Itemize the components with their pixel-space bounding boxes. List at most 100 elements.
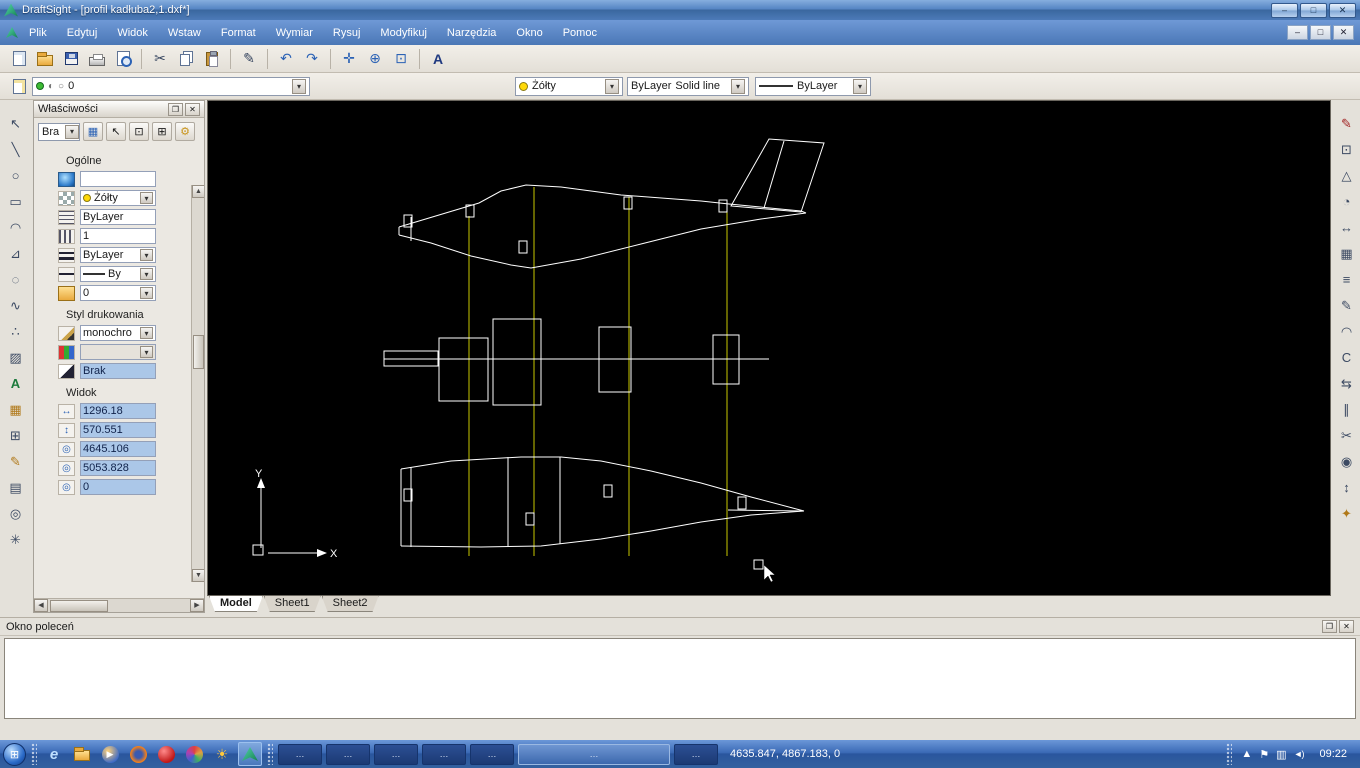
ellipse-tool-button[interactable]: ◌ [4,268,28,291]
select-tool-button[interactable]: ↖ [4,112,28,135]
target-button[interactable]: ◉ [1335,450,1359,473]
quick-select-button[interactable]: ⊡ [129,122,149,141]
menu-format[interactable]: Format [212,24,265,42]
hyperlink-field[interactable] [80,171,156,187]
select-matching-button[interactable]: ⊞ [152,122,172,141]
menu-plik[interactable]: Plik [20,24,56,42]
start-button[interactable]: ⊞ [3,742,26,766]
task-button-active[interactable]: … [518,743,670,765]
command-input-area[interactable] [4,638,1356,719]
chevron-down-icon[interactable]: ▾ [65,124,79,139]
center-mark-button[interactable]: C [1335,346,1359,369]
layer-dropdown[interactable]: ◐ ○ 0 ▾ [32,76,310,96]
scrollbar-thumb[interactable] [50,599,108,612]
edit-tool-button[interactable]: ✎ [1335,112,1359,135]
menu-pomoc[interactable]: Pomoc [554,24,606,42]
minimize-button[interactable]: – [1271,2,1298,18]
mdi-restore-button[interactable]: □ [1310,25,1331,40]
grid-view-button[interactable]: ▦ [83,122,103,141]
zoom-fit-button[interactable]: ⊡ [388,47,414,71]
properties-horizontal-scrollbar[interactable]: ◀ ▶ [34,598,204,612]
scroll-right-arrow-icon[interactable]: ▶ [190,599,204,612]
swap-button[interactable]: ⇆ [1335,372,1359,395]
menu-edytuj[interactable]: Edytuj [58,24,107,42]
spline-tool-button[interactable]: ∿ [4,294,28,317]
line-style-dropdown[interactable]: ByLayer Solid line ▾ [627,76,749,96]
pattern-tool-button[interactable]: ▤ [4,476,28,499]
stretch-button[interactable]: ↕ [1335,476,1359,499]
print-preview-button[interactable] [110,47,136,71]
line-weight-dropdown[interactable]: ByLayer ▾ [755,76,871,96]
undo-button[interactable]: ↶ [273,47,299,71]
trim-button[interactable]: ✂ [1335,424,1359,447]
linepattern-select[interactable]: By ▾ [80,266,156,282]
tab-sheet2[interactable]: Sheet2 [322,596,379,612]
tab-sheet1[interactable]: Sheet1 [264,596,321,612]
zoom-window-button[interactable]: ⊡ [1335,138,1359,161]
snap-tool-button[interactable]: ✳ [4,528,28,551]
task-button-4[interactable]: … [422,743,466,765]
chevron-down-icon[interactable]: ▾ [140,249,153,261]
arc-edit-button[interactable]: ◠ [1335,320,1359,343]
printvalue-field[interactable]: Brak [80,363,156,379]
chevron-down-icon[interactable]: ▾ [140,192,153,204]
highlight-button[interactable]: ✦ [1335,502,1359,525]
scroll-up-arrow-icon[interactable]: ▲ [192,185,204,198]
command-close-button[interactable]: ✕ [1339,620,1354,633]
protractor-button[interactable]: ◔ [1335,190,1359,213]
network-icon[interactable]: ▥ [1276,748,1286,761]
scroll-left-arrow-icon[interactable]: ◀ [34,599,48,612]
mdi-minimize-button[interactable]: – [1287,25,1308,40]
table-tool-button[interactable]: ⊞ [4,424,28,447]
quicklaunch-mediaplayer[interactable]: ▶ [98,742,122,766]
hatch-tool-button[interactable]: ▨ [4,346,28,369]
menu-wstaw[interactable]: Wstaw [159,24,210,42]
properties-panel-header[interactable]: Właściwości ❐ ✕ [34,101,204,118]
redo-button[interactable]: ↷ [299,47,325,71]
sketch-button[interactable]: ✎ [1335,294,1359,317]
cut-button[interactable]: ✂ [147,47,173,71]
view-center-z-field[interactable]: 0 [80,479,156,495]
rectangle-tool-button[interactable]: ▭ [4,190,28,213]
print-button[interactable] [84,47,110,71]
command-float-button[interactable]: ❐ [1322,620,1337,633]
title-bar[interactable]: DraftSight - [profil kadłuba2,1.dxf*] – … [0,0,1360,20]
note-tool-button[interactable]: ✎ [4,450,28,473]
panel-float-button[interactable]: ❐ [168,102,183,116]
save-button[interactable] [58,47,84,71]
set-square-button[interactable]: △ [1335,164,1359,187]
arc-tool-button[interactable]: ◠ [4,216,28,239]
list-button[interactable]: ≡ [1335,268,1359,291]
settings-button[interactable]: ⚙ [175,122,195,141]
view-center-y-field[interactable]: 5053.828 [80,460,156,476]
menu-rysuj[interactable]: Rysuj [324,24,370,42]
scroll-down-arrow-icon[interactable]: ▼ [192,569,204,582]
menu-narzedzia[interactable]: Narzędzia [438,24,506,42]
polyline-tool-button[interactable]: ⊿ [4,242,28,265]
ring-tool-button[interactable]: ◎ [4,502,28,525]
panel-close-button[interactable]: ✕ [185,102,200,116]
point-tool-button[interactable]: ∴ [4,320,28,343]
properties-vertical-scrollbar[interactable]: ▲ ▼ [191,185,204,582]
view-width-field[interactable]: 1296.18 [80,403,156,419]
task-button-2[interactable]: … [326,743,370,765]
quicklaunch-red-app[interactable] [154,742,178,766]
quicklaunch-draftsight-active[interactable] [238,742,262,766]
menu-okno[interactable]: Okno [507,24,551,42]
layer-select[interactable]: 0 ▾ [80,285,156,301]
menu-modyfikuj[interactable]: Modyfikuj [371,24,435,42]
quicklaunch-ie[interactable]: e [42,742,66,766]
task-button-3[interactable]: … [374,743,418,765]
linescale-field[interactable]: 1 [80,228,156,244]
linestyle-field[interactable]: ByLayer [80,209,156,225]
hidden-icons-arrow[interactable]: ▲ [1241,748,1252,760]
maximize-button[interactable]: □ [1300,2,1327,18]
taskbar-grip[interactable] [1226,743,1233,765]
action-center-flag-icon[interactable]: ⚑ [1259,748,1269,761]
copy-button[interactable] [173,47,199,71]
line-tool-button[interactable]: ╲ [4,138,28,161]
quicklaunch-settings[interactable]: ☀ [210,742,234,766]
volume-icon[interactable]: ◄) [1294,749,1305,759]
task-button-1[interactable]: … [278,743,322,765]
annotation-button[interactable]: A [425,47,451,71]
